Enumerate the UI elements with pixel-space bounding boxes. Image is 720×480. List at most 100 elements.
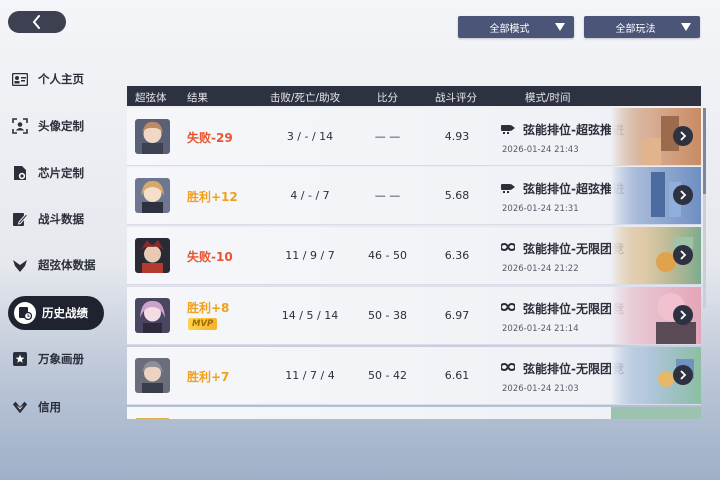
table-row[interactable]: 胜利+8 MVP 14 / 5 / 14 50 - 38 6.97 弦能排位-无…	[127, 287, 701, 345]
sidebar-item-hero-data[interactable]: 超弦体数据	[8, 248, 106, 282]
sidebar-item-label: 芯片定制	[38, 166, 84, 180]
battle-rating: 6.36	[444, 249, 470, 262]
caret-down-icon	[681, 23, 691, 31]
sidebar-item-album[interactable]: 万象画册	[8, 342, 106, 376]
sidebar-item-avatar-custom[interactable]: 头像定制	[8, 109, 106, 143]
battle-rating: 4.93	[444, 130, 470, 143]
id-card-icon	[12, 71, 28, 87]
sidebar-item-label: 超弦体数据	[38, 258, 96, 272]
hero-avatar	[135, 298, 170, 333]
back-button[interactable]	[8, 11, 66, 33]
sidebar-item-label: 战斗数据	[38, 212, 84, 226]
match-result: 失败-10	[187, 250, 233, 264]
sidebar-item-profile[interactable]: 个人主页	[8, 62, 106, 96]
hero-avatar	[135, 119, 170, 154]
hero-avatar	[135, 238, 170, 273]
match-score: — —	[374, 130, 401, 143]
chip-icon	[12, 165, 28, 181]
mode-filter-dropdown[interactable]: 全部模式	[458, 16, 574, 38]
game-mode: 弦能排位-无限团竞	[523, 302, 624, 316]
portrait-frame-icon	[12, 118, 28, 134]
sidebar-item-label: 万象画册	[38, 352, 84, 366]
sidebar-item-label: 历史战绩	[42, 306, 88, 320]
view-detail-button[interactable]	[673, 305, 693, 325]
game-mode: 弦能排位-超弦推进	[523, 182, 624, 196]
match-time: 2026-01-24 21:03	[502, 384, 579, 394]
chevron-right-icon	[680, 131, 687, 141]
view-detail-button[interactable]	[673, 245, 693, 265]
game-mode: 弦能排位-无限团竞	[523, 362, 624, 376]
battle-rating: 5.68	[444, 189, 470, 202]
mode-filter-label: 全部模式	[489, 23, 530, 35]
table-scrollbar[interactable]	[703, 108, 706, 308]
wings-badge-icon	[12, 399, 28, 415]
history-table-body: 失败-29 3 / - / 14 — — 4.93 弦能排位-超弦推进 2026…	[127, 106, 701, 419]
kda-stat: 4 / - / 7	[290, 189, 330, 202]
chevron-right-icon	[680, 250, 687, 260]
battle-rating: 6.61	[444, 369, 470, 382]
rocket-icon	[501, 184, 515, 193]
history-table-header: 超弦体 结果 击败/死亡/助攻 比分 战斗评分 模式/时间	[127, 86, 701, 106]
sidebar-item-history[interactable]: 历史战绩	[8, 296, 104, 330]
match-time: 2026-01-24 21:43	[502, 145, 579, 155]
table-row[interactable]	[127, 407, 701, 419]
match-score: 50 - 42	[368, 369, 407, 382]
sidebar-item-chip-custom[interactable]: 芯片定制	[8, 156, 106, 190]
chevron-left-icon	[32, 15, 40, 29]
table-row[interactable]: 失败-29 3 / - / 14 — — 4.93 弦能排位-超弦推进 2026…	[127, 108, 701, 166]
column-header: 超弦体	[135, 92, 167, 104]
gameplay-filter-dropdown[interactable]: 全部玩法	[584, 16, 700, 38]
column-header: 模式/时间	[525, 92, 571, 104]
game-mode: 弦能排位-无限团竞	[523, 242, 624, 256]
column-header: 击败/死亡/助攻	[270, 92, 341, 104]
sidebar-item-label: 信用	[38, 400, 61, 414]
view-detail-button[interactable]	[673, 365, 693, 385]
sidebar-item-battle-data[interactable]: 战斗数据	[8, 202, 106, 236]
match-result: 胜利+8	[187, 301, 230, 315]
sidebar-item-label: 个人主页	[38, 72, 84, 86]
match-score: 46 - 50	[368, 249, 407, 262]
infinity-icon	[501, 362, 515, 372]
table-row[interactable]: 失败-10 11 / 9 / 7 46 - 50 6.36 弦能排位-无限团竞 …	[127, 227, 701, 285]
kda-stat: 3 / - / 14	[286, 130, 334, 143]
rocket-icon	[501, 125, 515, 134]
emblem-icon	[12, 257, 28, 273]
infinity-icon	[501, 302, 515, 312]
kda-stat: 14 / 5 / 14	[281, 309, 339, 322]
table-row[interactable]: 胜利+7 11 / 7 / 4 50 - 42 6.61 弦能排位-无限团竞 2…	[127, 347, 701, 405]
chevron-right-icon	[680, 190, 687, 200]
match-time: 2026-01-24 21:14	[502, 324, 579, 334]
album-star-icon	[12, 351, 28, 367]
match-score: 50 - 38	[368, 309, 407, 322]
match-result: 胜利+7	[187, 370, 230, 384]
infinity-icon	[501, 242, 515, 252]
caret-down-icon	[555, 23, 565, 31]
sidebar-item-label: 头像定制	[38, 119, 84, 133]
history-record-icon	[14, 302, 36, 324]
hero-avatar	[135, 358, 170, 393]
kda-stat: 11 / 9 / 7	[285, 249, 335, 262]
match-result: 胜利+12	[187, 190, 238, 204]
match-score: — —	[374, 189, 401, 202]
scrollbar-thumb[interactable]	[703, 108, 706, 194]
column-header: 战斗评分	[435, 92, 477, 104]
column-header: 结果	[187, 92, 208, 104]
map-thumbnail	[611, 407, 701, 419]
mvp-badge: MVP	[188, 318, 218, 330]
column-header: 比分	[377, 92, 398, 104]
match-time: 2026-01-24 21:22	[502, 264, 579, 274]
view-detail-button[interactable]	[673, 185, 693, 205]
document-edit-icon	[12, 211, 28, 227]
hero-avatar	[135, 178, 170, 213]
chevron-right-icon	[680, 370, 687, 380]
kda-stat: 11 / 7 / 4	[285, 369, 335, 382]
match-time: 2026-01-24 21:31	[502, 204, 579, 214]
hero-avatar	[135, 418, 170, 419]
table-row[interactable]: 胜利+12 4 / - / 7 — — 5.68 弦能排位-超弦推进 2026-…	[127, 167, 701, 225]
game-mode: 弦能排位-超弦推进	[523, 123, 624, 137]
chevron-right-icon	[680, 310, 687, 320]
view-detail-button[interactable]	[673, 126, 693, 146]
battle-rating: 6.97	[444, 309, 470, 322]
sidebar-item-credit[interactable]: 信用	[8, 390, 106, 424]
gameplay-filter-label: 全部玩法	[615, 23, 656, 35]
